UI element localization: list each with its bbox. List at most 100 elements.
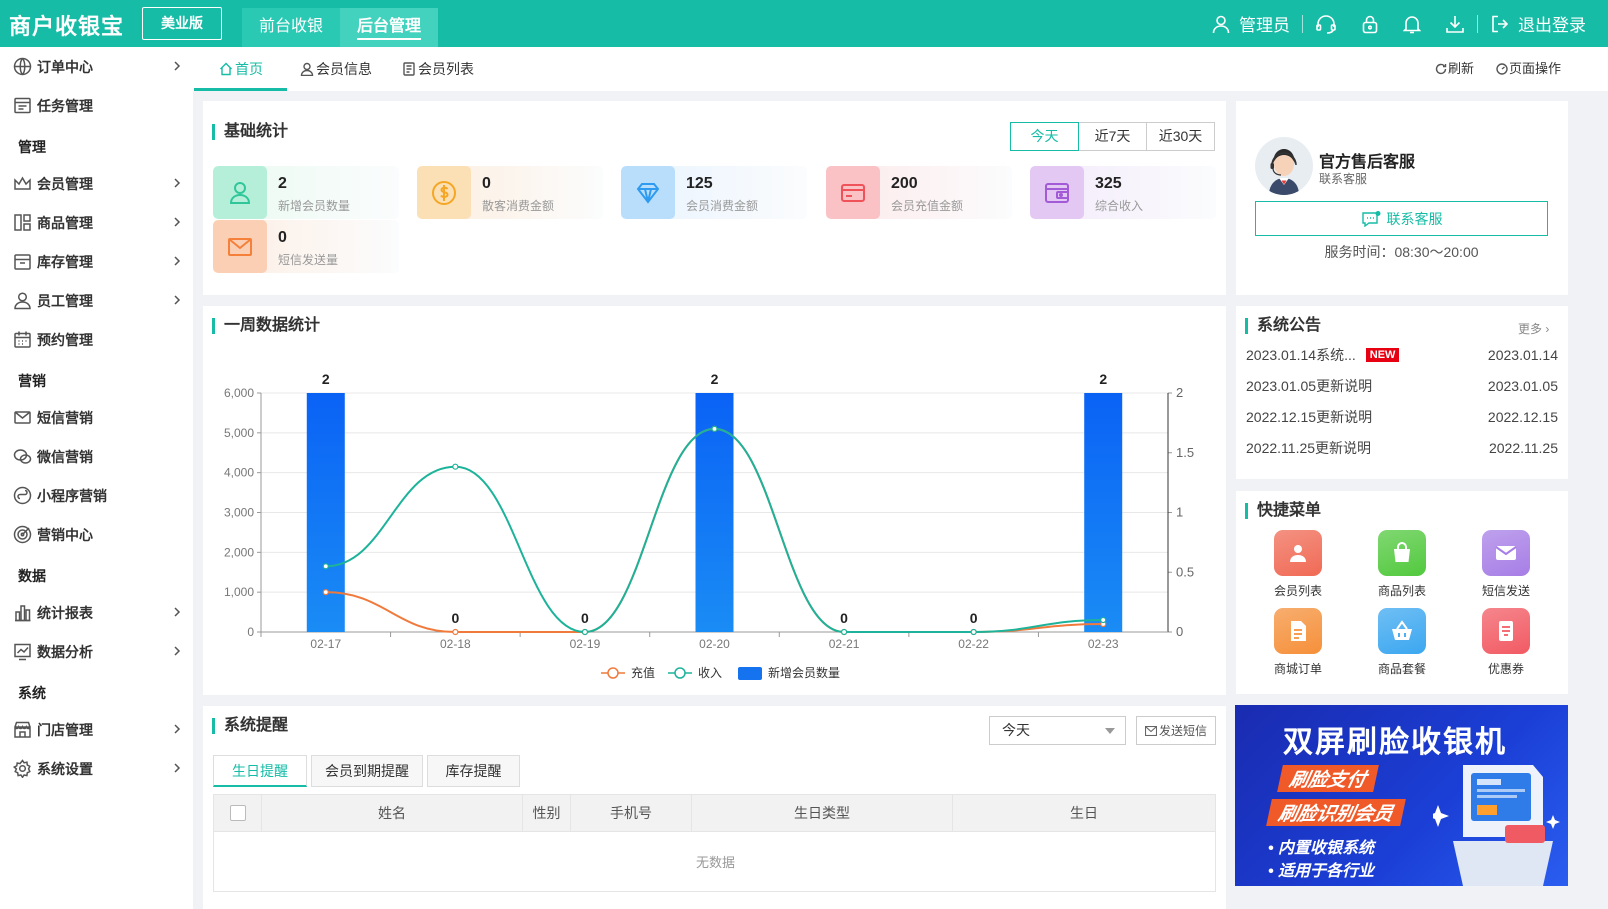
stat-card-5[interactable]: 0 短信发送量 (213, 220, 399, 273)
sidebar-item-label: 门店管理 (37, 721, 93, 738)
legend-bar-swatch (738, 667, 762, 680)
sidebar-item-3[interactable]: 会员管理 (0, 164, 193, 203)
user-menu[interactable]: 管理员 (1199, 11, 1302, 36)
sidebar-item-15[interactable]: 数据分析 (0, 632, 193, 671)
refresh-button[interactable]: 刷新 (1435, 47, 1474, 91)
topnav-backend-admin[interactable]: 后台管理 (340, 8, 438, 47)
sidebar-item-7[interactable]: 预约管理 (0, 320, 193, 359)
target-icon (13, 525, 32, 544)
shopping-bag-icon (1394, 542, 1410, 562)
store-icon (14, 721, 31, 738)
sidebar-item-18[interactable]: 系统设置 (0, 749, 193, 788)
quick-menu-item[interactable]: 商品套餐 (1367, 608, 1437, 677)
col-birthday[interactable]: 生日 (953, 795, 1215, 831)
send-sms-button[interactable]: 发送短信 (1136, 716, 1216, 745)
new-badge: NEW (1365, 348, 1400, 362)
lock-button[interactable] (1349, 14, 1391, 34)
range-today[interactable]: 今天 (1010, 122, 1079, 151)
stat-card-3[interactable]: 200 会员充值金额 (826, 166, 1012, 219)
col-birthday-type[interactable]: 生日类型 (692, 795, 953, 831)
tab-stock-reminder[interactable]: 库存提醒 (427, 755, 520, 787)
logout-button[interactable]: 退出登录 (1478, 11, 1598, 36)
quick-menu-item[interactable]: 优惠券 (1471, 608, 1541, 677)
x-tick-label: 02-23 (1088, 637, 1119, 651)
service-subtitle: 联系客服 (1319, 172, 1368, 186)
tab-expiry-reminder[interactable]: 会员到期提醒 (311, 755, 423, 787)
sidebar-item-0[interactable]: 订单中心 (0, 47, 193, 86)
weekly-chart: 0 1,000 2,000 3,000 4,000 5,000 6,000 0 0.5 1 1.5 2… (224, 371, 1194, 680)
stat-card-4[interactable]: 325 综合收入 (1030, 166, 1216, 219)
download-button[interactable] (1433, 14, 1477, 34)
col-phone[interactable]: 手机号 (571, 795, 692, 831)
tab-birthday-reminder[interactable]: 生日提醒 (213, 755, 307, 787)
tab-home[interactable]: 首页 (219, 47, 263, 91)
notice-item[interactable]: 2022.12.15更新说明 2022.12.15 (1246, 405, 1558, 429)
sidebar-item-4[interactable]: 商品管理 (0, 203, 193, 242)
col-gender[interactable]: 性别 (523, 795, 571, 831)
pos-machine-image (1433, 765, 1560, 886)
notice-item[interactable]: 2023.01.05更新说明 2023.01.05 (1246, 374, 1558, 398)
y-left-tick-label: 4,000 (224, 466, 254, 480)
quick-menu-item[interactable]: 会员列表 (1263, 530, 1333, 599)
sidebar-item-label: 库存管理 (37, 253, 93, 270)
order-icon (1291, 621, 1306, 641)
quick-menu-label: 商城订单 (1273, 662, 1322, 676)
sidebar-item-label: 商品管理 (37, 214, 93, 231)
chevron-right-icon (174, 178, 181, 188)
quick-menu-item[interactable]: 商品列表 (1367, 530, 1437, 599)
stat-icon-box (826, 166, 880, 219)
topnav-front-cashier[interactable]: 前台收银 (242, 8, 340, 47)
notification-button[interactable] (1391, 14, 1433, 34)
tab-member-list[interactable]: 会员列表 (402, 47, 474, 91)
quick-menu-label: 商品列表 (1377, 584, 1426, 598)
col-name[interactable]: 姓名 (262, 795, 523, 831)
sidebar-item-9[interactable]: 短信营销 (0, 398, 193, 437)
line-point (711, 425, 718, 432)
stat-icon (432, 180, 456, 205)
quick-menu-label: 商品套餐 (1377, 662, 1426, 676)
app-logo[interactable]: 商户收银宝 (9, 9, 124, 41)
range-30-days[interactable]: 近30天 (1146, 122, 1215, 151)
stat-card-2[interactable]: 125 会员消费金额 (621, 166, 807, 219)
empty-state: 无数据 (695, 855, 735, 870)
sidebar-item-1[interactable]: 任务管理 (0, 86, 193, 125)
sidebar-item-6[interactable]: 员工管理 (0, 281, 193, 320)
stat-card-0[interactable]: 2 新增会员数量 (213, 166, 399, 219)
select-all-checkbox[interactable] (229, 805, 246, 821)
reminder-title: 系统提醒 (212, 718, 288, 734)
range-7-days[interactable]: 近7天 (1078, 122, 1147, 151)
notice-item[interactable]: 2023.01.14系统... NEW 2023.01.14 (1246, 343, 1558, 367)
quick-menu-item[interactable]: 短信发送 (1471, 530, 1541, 599)
envelope-icon (1495, 546, 1517, 560)
basket-icon (1392, 620, 1412, 640)
reminder-date-select[interactable]: 今天 (989, 716, 1126, 745)
stat-value: 0 (482, 175, 491, 192)
support-button[interactable] (1303, 14, 1349, 34)
sidebar-item-5[interactable]: 库存管理 (0, 242, 193, 281)
legend-label: 收入 (698, 666, 722, 680)
edition-badge[interactable]: 美业版 (142, 7, 222, 40)
quick-menu-item[interactable]: 商城订单 (1263, 608, 1333, 677)
chevron-right-icon (174, 295, 181, 305)
promo-banner[interactable]: 双屏刷脸收银机 刷脸支付 刷脸识别会员 • 内置收银系统 • 适用于各行业 (1235, 705, 1568, 886)
bar-data-label: 0 (581, 610, 589, 626)
contact-service-button[interactable]: 联系客服 (1255, 201, 1548, 236)
sidebar-item-12[interactable]: 营销中心 (0, 515, 193, 554)
sidebar-item-10[interactable]: 微信营销 (0, 437, 193, 476)
notice-more-link[interactable]: 更多 › (1518, 320, 1549, 337)
stat-card-1[interactable]: 0 散客消费金额 (417, 166, 603, 219)
sidebar-item-11[interactable]: 小程序营销 (0, 476, 193, 515)
reminder-table-body: 无数据 (213, 832, 1216, 892)
quick-menu-icon-box (1274, 608, 1322, 654)
sidebar-item-14[interactable]: 统计报表 (0, 593, 193, 632)
page-ops-button[interactable]: 页面操作 (1496, 47, 1561, 91)
tab-label: 首页 (235, 61, 263, 77)
bar-data-label: 0 (451, 610, 459, 626)
sidebar-item-17[interactable]: 门店管理 (0, 710, 193, 749)
active-tab-indicator (194, 88, 287, 91)
y-left-tick-label: 1,000 (224, 585, 254, 599)
topnav-label: 前台收银 (258, 18, 323, 35)
tab-member-info[interactable]: 会员信息 (300, 47, 372, 91)
notice-item[interactable]: 2022.11.25更新说明 2022.11.25 (1246, 436, 1558, 460)
crown-icon (14, 176, 31, 190)
